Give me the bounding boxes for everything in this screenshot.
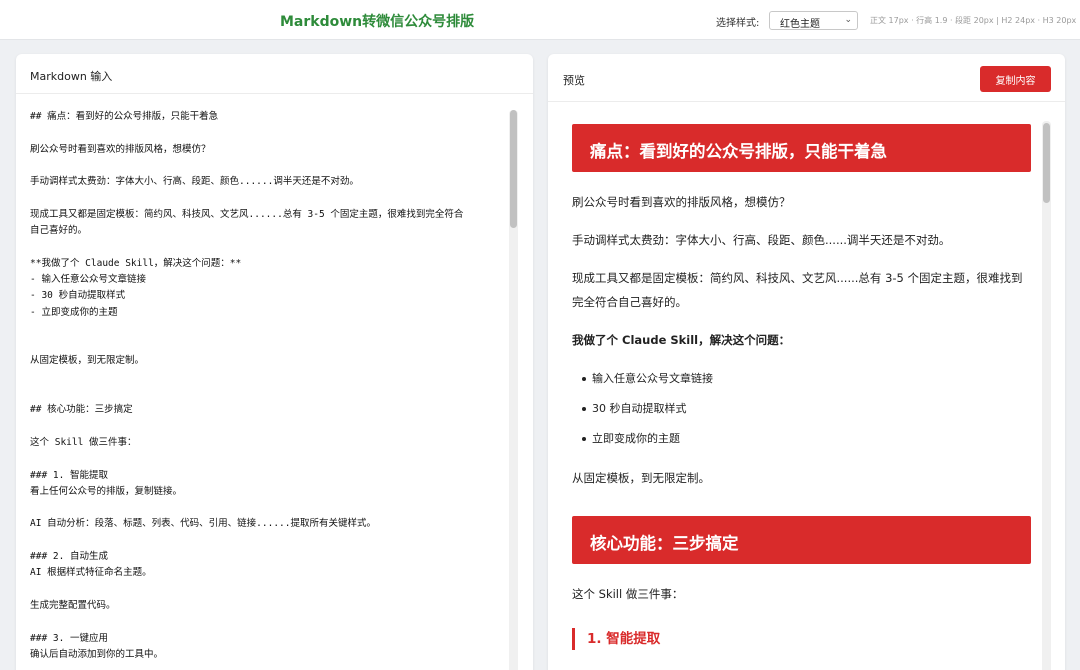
preview-h2-core-features: 核心功能：三步搞定 [572,516,1031,564]
markdown-panel-header: Markdown 输入 [16,54,533,94]
editor-line: 现成工具又都是固定模板：简约风、科技风、文艺风......总有 3-5 个固定主… [30,208,464,220]
style-info-text: 正文 17px · 行高 1.9 · 段距 20px | H2 24px · H… [870,16,1077,25]
preview-bullet-text: 立即变成你的主题 [592,432,680,445]
style-select[interactable]: 红色主题 ⌄ [769,11,858,30]
editor-line: 从固定模板，到无限定制。 [30,355,145,367]
chevron-down-icon: ⌄ [844,15,852,25]
bullet-dot-icon [582,407,586,411]
preview-panel-title: 预览 [563,74,585,87]
preview-bullet-item: 立即变成你的主题 [582,424,1031,454]
style-select-value: 红色主题 [780,19,820,30]
preview-panel: 预览 复制内容 痛点：看到好的公众号排版，只能干着急 刷公众号时看到喜欢的排版风… [548,54,1065,670]
preview-h3-smart-extract: 1. 智能提取 [572,628,1031,650]
editor-line: 这个 Skill 做三件事： [30,436,137,448]
preview-paragraph: 从固定模板，到无限定制。 [572,471,710,485]
editor-line: ## 痛点：看到好的公众号排版，只能干着急 [30,111,219,122]
editor-line: 看上任何公众号的排版，复制链接。 [30,485,183,497]
editor-line: ### 1. 智能提取 [30,469,109,481]
preview-h2-pain-point: 痛点：看到好的公众号排版，只能干着急 [572,124,1031,172]
style-select-label: 选择样式: [716,18,760,29]
preview-bullet-text: 输入任意公众号文章链接 [592,372,713,385]
editor-line: 自己喜好的。 [30,225,88,237]
preview-paragraph: 手动调样式太费劲：字体大小、行高、段距、颜色......调半天还是不对劲。 [572,233,951,247]
top-header: Markdown转微信公众号排版 选择样式: 红色主题 ⌄ 正文 17px · … [0,0,1080,40]
preview-scrollbar[interactable] [1042,121,1051,670]
editor-line: 确认后自动添加到你的工具中。 [30,648,164,660]
editor-scrollbar-thumb[interactable] [510,110,517,228]
preview-bullet-item: 30 秒自动提取样式 [582,394,1031,424]
markdown-panel-title: Markdown 输入 [30,70,113,83]
editor-line: AI 根据样式特征命名主题。 [30,567,152,579]
editor-scrollbar[interactable] [509,110,518,670]
preview-content: 痛点：看到好的公众号排版，只能干着急 刷公众号时看到喜欢的排版风格，想模仿？ 手… [548,102,1065,670]
editor-line: - 30 秒自动提取样式 [30,290,126,302]
preview-bullet-list: 输入任意公众号文章链接 30 秒自动提取样式 立即变成你的主题 [582,364,1031,454]
preview-bullet-text: 30 秒自动提取样式 [592,402,687,415]
bullet-dot-icon [582,437,586,441]
preview-bullet-item: 输入任意公众号文章链接 [582,364,1031,394]
editor-line: **我做了个 Claude Skill，解决这个问题：** [30,257,242,269]
bullet-dot-icon [582,377,586,381]
editor-line: - 输入任意公众号文章链接 [30,273,146,285]
editor-line: 手动调样式太费劲：字体大小、行高、段距、颜色......调半天还是不对劲。 [30,176,359,188]
editor-line: ### 3. 一键应用 [30,632,109,644]
copy-content-button[interactable]: 复制内容 [980,66,1051,92]
editor-line: ### 2. 自动生成 [30,551,109,563]
preview-panel-header: 预览 复制内容 [548,54,1065,102]
app-title: Markdown转微信公众号排版 [280,14,475,30]
preview-paragraph-bold: 我做了个 Claude Skill，解决这个问题： [572,333,791,347]
editor-line: ## 核心功能：三步搞定 [30,404,133,416]
preview-paragraph: 这个 Skill 做三件事： [572,587,684,601]
markdown-editor-text[interactable]: ## 痛点：看到好的公众号排版，只能干着急 刷公众号时看到喜欢的排版风格，想模仿？… [30,109,500,663]
editor-line: - 立即变成你的主题 [30,306,118,318]
editor-line: 生成完整配置代码。 [30,599,116,611]
preview-scrollbar-thumb[interactable] [1043,123,1050,203]
preview-paragraph: 现成工具又都是固定模板：简约风、科技风、文艺风......总有 3-5 个固定主… [572,271,1023,309]
editor-line: 刷公众号时看到喜欢的排版风格，想模仿？ [30,143,211,155]
markdown-input-panel: Markdown 输入 ## 痛点：看到好的公众号排版，只能干着急 刷公众号时看到… [16,54,533,670]
editor-line: AI 自动分析：段落、标题、列表、代码、引用、链接......提取所有关键样式。 [30,518,376,530]
markdown-editor[interactable]: ## 痛点：看到好的公众号排版，只能干着急 刷公众号时看到喜欢的排版风格，想模仿？… [16,94,533,670]
preview-paragraph: 刷公众号时看到喜欢的排版风格，想模仿？ [572,195,791,209]
